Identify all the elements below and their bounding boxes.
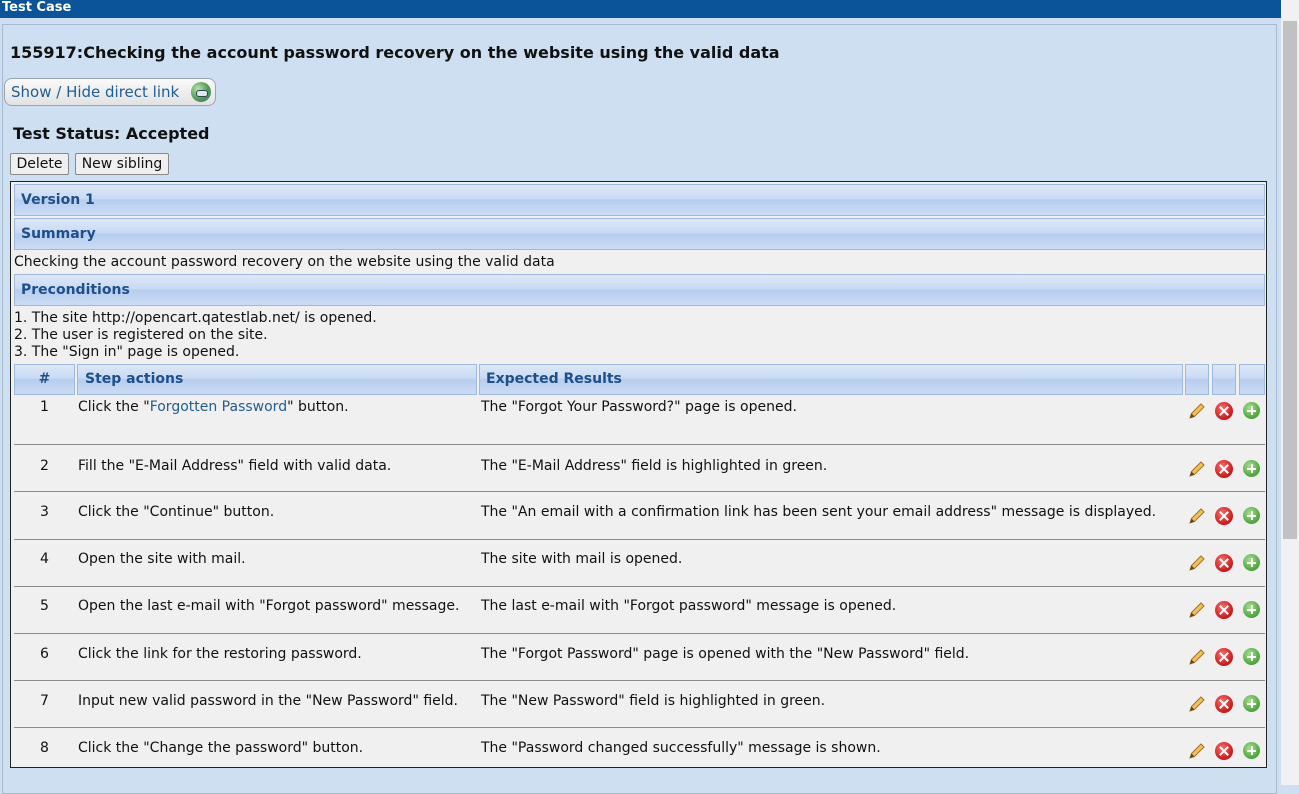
step-row: 6 Click the link for the restoring passw… — [14, 634, 1265, 681]
step-action: Open the site with mail. — [78, 551, 246, 567]
add-icon[interactable] — [1243, 402, 1260, 419]
forgotten-password-link[interactable]: Forgotten Password — [150, 399, 287, 415]
step-action-text: Click the " — [78, 399, 150, 415]
step-row: 1 Click the "Forgotten Password" button.… — [14, 395, 1265, 445]
delete-icon[interactable] — [1215, 402, 1233, 420]
version-header: Version 1 — [14, 184, 1265, 216]
new-sibling-button[interactable]: New sibling — [75, 153, 169, 175]
step-action: Input new valid password in the "New Pas… — [78, 693, 458, 709]
add-icon[interactable] — [1243, 460, 1260, 477]
step-expected-result: The site with mail is opened. — [481, 551, 683, 567]
step-action: Open the last e-mail with "Forgot passwo… — [78, 598, 460, 614]
step-expected-result: The "An email with a confirmation link h… — [481, 504, 1157, 520]
step-number: 7 — [40, 693, 49, 709]
window-title: Test Case — [0, 0, 1281, 18]
column-header-number: # — [14, 364, 75, 395]
delete-button[interactable]: Delete — [10, 153, 69, 175]
step-action: Click the "Forgotten Password" button. — [78, 399, 349, 415]
step-row: 7 Input new valid password in the "New P… — [14, 681, 1265, 728]
add-icon[interactable] — [1243, 601, 1260, 618]
step-row: 5 Open the last e-mail with "Forgot pass… — [14, 587, 1265, 634]
add-icon[interactable] — [1243, 742, 1260, 759]
step-expected-result: The "New Password" field is highlighted … — [481, 693, 826, 709]
preconditions-header: Preconditions — [14, 274, 1265, 306]
step-row: 2 Fill the "E-Mail Address" field with v… — [14, 445, 1265, 492]
delete-icon[interactable] — [1215, 507, 1233, 525]
pencil-icon[interactable] — [1188, 460, 1206, 478]
step-number: 2 — [40, 458, 49, 474]
column-header-delete — [1212, 364, 1236, 395]
step-number: 1 — [40, 399, 49, 415]
step-action: Click the "Continue" button. — [78, 504, 275, 520]
step-action-text: " button. — [287, 399, 349, 415]
step-row: 4 Open the site with mail. The site with… — [14, 540, 1265, 587]
add-icon[interactable] — [1243, 507, 1260, 524]
step-row: 8 Click the "Change the password" button… — [14, 728, 1265, 767]
testcase-content: Version 1 Summary Checking the account p… — [10, 181, 1267, 768]
pencil-icon[interactable] — [1188, 648, 1206, 666]
step-row: 3 Click the "Continue" button. The "An e… — [14, 492, 1265, 540]
step-expected-result: The "Forgot Password" page is opened wit… — [481, 646, 970, 662]
delete-icon[interactable] — [1215, 554, 1233, 572]
step-number: 6 — [40, 646, 49, 662]
delete-icon[interactable] — [1215, 742, 1233, 760]
step-expected-result: The "E-Mail Address" field is highlighte… — [481, 458, 828, 474]
column-header-step-actions: Step actions — [77, 364, 477, 395]
scrollbar-thumb[interactable] — [1283, 21, 1297, 539]
pencil-icon[interactable] — [1188, 554, 1206, 572]
pencil-icon[interactable] — [1188, 695, 1206, 713]
step-action: Fill the "E-Mail Address" field with val… — [78, 458, 392, 474]
step-expected-result: The last e-mail with "Forgot password" m… — [481, 598, 897, 614]
delete-icon[interactable] — [1215, 601, 1233, 619]
step-action: Click the link for the restoring passwor… — [78, 646, 362, 662]
add-icon[interactable] — [1243, 554, 1260, 571]
delete-icon[interactable] — [1215, 648, 1233, 666]
add-icon[interactable] — [1243, 648, 1260, 665]
add-icon[interactable] — [1243, 695, 1260, 712]
column-header-expected-results: Expected Results — [479, 364, 1183, 395]
column-header-edit — [1185, 364, 1209, 395]
step-expected-result: The "Forgot Your Password?" page is open… — [481, 399, 797, 415]
pencil-icon[interactable] — [1188, 742, 1206, 760]
step-expected-result: The "Password changed successfully" mess… — [481, 740, 881, 756]
step-number: 4 — [40, 551, 49, 567]
page-title: 155917:Checking the account password rec… — [10, 43, 780, 62]
delete-icon[interactable] — [1215, 695, 1233, 713]
step-number: 8 — [40, 740, 49, 756]
delete-icon[interactable] — [1215, 460, 1233, 478]
precondition-line: 2. The user is registered on the site. — [14, 327, 268, 343]
precondition-line: 3. The "Sign in" page is opened. — [14, 344, 240, 360]
globe-link-icon — [191, 82, 211, 102]
test-status: Test Status: Accepted — [13, 124, 210, 143]
direct-link-label: Show / Hide direct link — [11, 83, 180, 101]
precondition-line: 1. The site http://opencart.qatestlab.ne… — [14, 310, 377, 326]
show-hide-direct-link-button[interactable]: Show / Hide direct link — [4, 78, 216, 106]
pencil-icon[interactable] — [1188, 601, 1206, 619]
step-number: 5 — [40, 598, 49, 614]
pencil-icon[interactable] — [1188, 507, 1206, 525]
summary-text: Checking the account password recovery o… — [14, 254, 555, 270]
step-number: 3 — [40, 504, 49, 520]
pencil-icon[interactable] — [1188, 402, 1206, 420]
step-action: Click the "Change the password" button. — [78, 740, 364, 756]
column-header-add — [1239, 364, 1265, 395]
summary-header: Summary — [14, 218, 1265, 250]
